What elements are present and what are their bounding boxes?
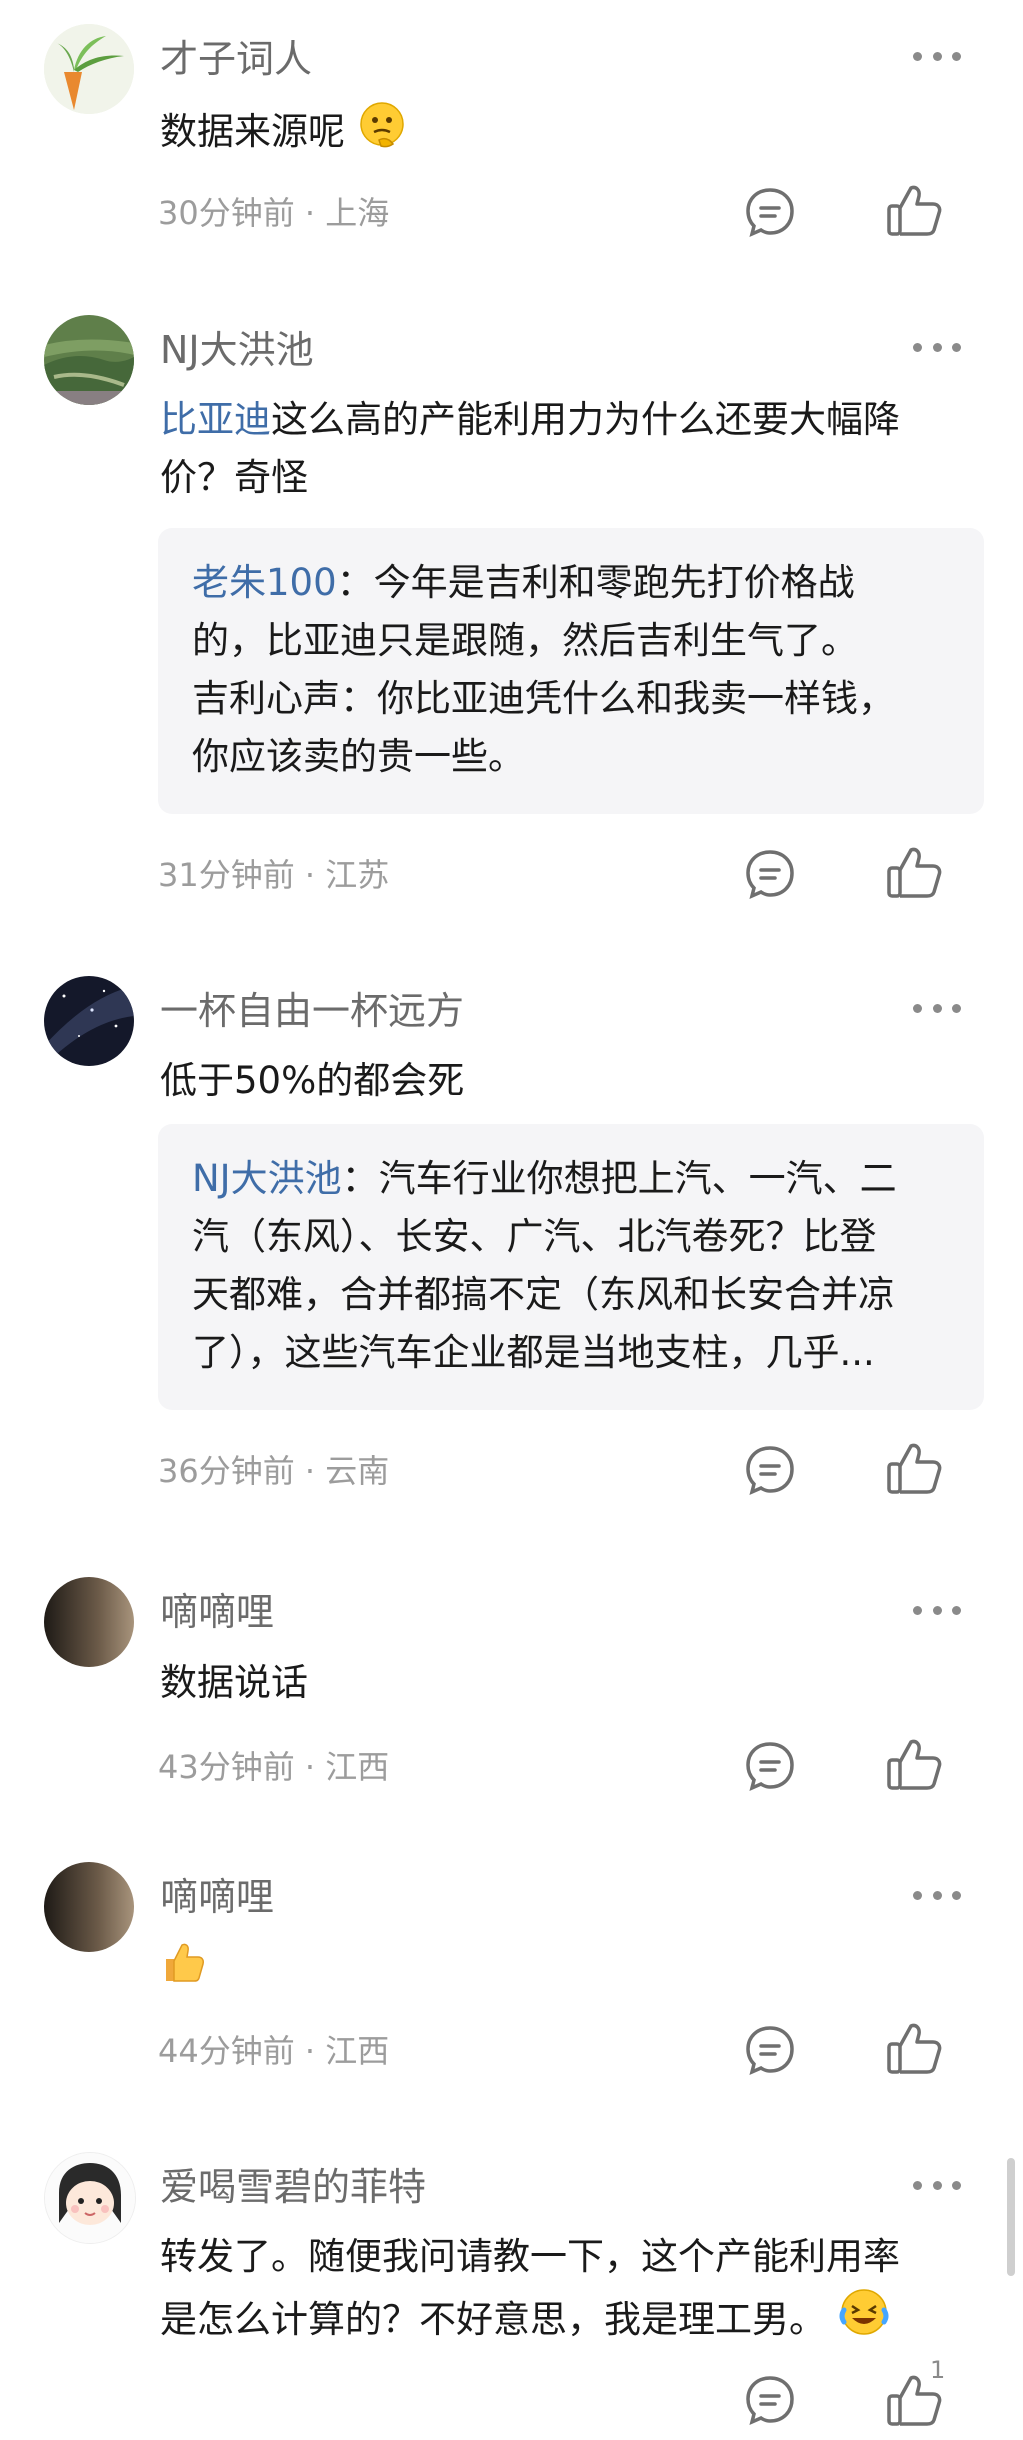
avatar[interactable] (44, 1577, 134, 1667)
like-count: 1 (930, 2356, 946, 2384)
more-options-icon[interactable] (913, 49, 961, 63)
like-icon[interactable] (885, 844, 943, 900)
comment-item: 嘀嘀哩 44分钟前 · 江西 (0, 1850, 1023, 2130)
like-icon[interactable] (885, 2020, 943, 2076)
comment-item: NJ大洪池 比亚迪这么高的产能利用力为什么还要大幅降 价？奇怪 老朱100：今年… (0, 290, 1023, 930)
thinking-face-emoji (357, 100, 407, 167)
avatar[interactable] (44, 976, 134, 1066)
reply-icon[interactable] (744, 848, 796, 900)
like-icon[interactable] (885, 1440, 943, 1496)
comment-meta: 44分钟前 · 江西 (158, 2032, 390, 2070)
username[interactable]: 才子词人 (160, 35, 312, 83)
more-options-icon[interactable] (913, 1888, 961, 1902)
scrollbar[interactable] (1007, 2158, 1015, 2276)
username[interactable]: 爱喝雪碧的菲特 (160, 2163, 426, 2211)
comment-text: 低于50%的都会死 (160, 1059, 465, 1102)
reply-icon[interactable] (744, 186, 796, 238)
username[interactable]: 嘀嘀哩 (160, 1588, 274, 1636)
more-options-icon[interactable] (913, 1001, 961, 1015)
comment-text: 数据说话 (160, 1661, 308, 1704)
reply-icon[interactable] (744, 2374, 796, 2426)
mention-link[interactable]: 比亚迪 (160, 398, 271, 441)
comment-meta: 31分钟前 · 江苏 (158, 856, 390, 894)
comment-item: 一杯自由一杯远方 低于50%的都会死 NJ大洪池：汽车行业你想把上汽、一汽、二 … (0, 950, 1023, 1550)
like-icon[interactable] (885, 1736, 943, 1792)
comment-item: 才子词人 数据来源呢 30分钟前 · 上海 (0, 0, 1023, 280)
comment-text: 比亚迪这么高的产能利用力为什么还要大幅降 价？奇怪 (160, 398, 900, 499)
comment-meta: 36分钟前 · 云南 (158, 1452, 390, 1490)
comment-text (160, 1938, 960, 2002)
comment-meta: 43分钟前 · 江西 (158, 1748, 390, 1786)
quoted-username[interactable]: 老朱100 (192, 561, 337, 604)
comment-meta: 30分钟前 · 上海 (158, 194, 390, 232)
comment-item: 爱喝雪碧的菲特 转发了。随便我问请教一下，这个产能利用率 是怎么计算的？不好意思… (0, 2140, 1023, 2440)
reply-icon[interactable] (744, 1740, 796, 1792)
more-options-icon[interactable] (913, 1603, 961, 1617)
quoted-username[interactable]: NJ大洪池 (192, 1157, 342, 1200)
like-icon[interactable] (885, 182, 943, 238)
reply-icon[interactable] (744, 1444, 796, 1496)
comment-text: 数据来源呢 (160, 100, 960, 167)
reply-icon[interactable] (744, 2024, 796, 2076)
avatar[interactable] (44, 24, 134, 114)
thumbs-up-emoji (160, 1939, 206, 2002)
laughing-crying-emoji (838, 2286, 890, 2355)
avatar[interactable] (44, 315, 134, 405)
avatar[interactable] (44, 2152, 136, 2244)
username[interactable]: 一杯自由一杯远方 (160, 987, 464, 1035)
more-options-icon[interactable] (913, 2178, 961, 2192)
avatar[interactable] (44, 1862, 134, 1952)
username[interactable]: NJ大洪池 (160, 326, 314, 374)
quoted-reply[interactable]: NJ大洪池：汽车行业你想把上汽、一汽、二 汽（东风）、长安、广汽、北汽卷死？比登… (158, 1124, 984, 1410)
comment-item: 嘀嘀哩 数据说话 43分钟前 · 江西 (0, 1560, 1023, 1840)
more-options-icon[interactable] (913, 340, 961, 354)
comment-text: 转发了。随便我问请教一下，这个产能利用率 是怎么计算的？不好意思，我是理工男。 (160, 2228, 990, 2355)
quoted-reply[interactable]: 老朱100：今年是吉利和零跑先打价格战 的，比亚迪只是跟随，然后吉利生气了。 吉… (158, 528, 984, 814)
username[interactable]: 嘀嘀哩 (160, 1873, 274, 1921)
